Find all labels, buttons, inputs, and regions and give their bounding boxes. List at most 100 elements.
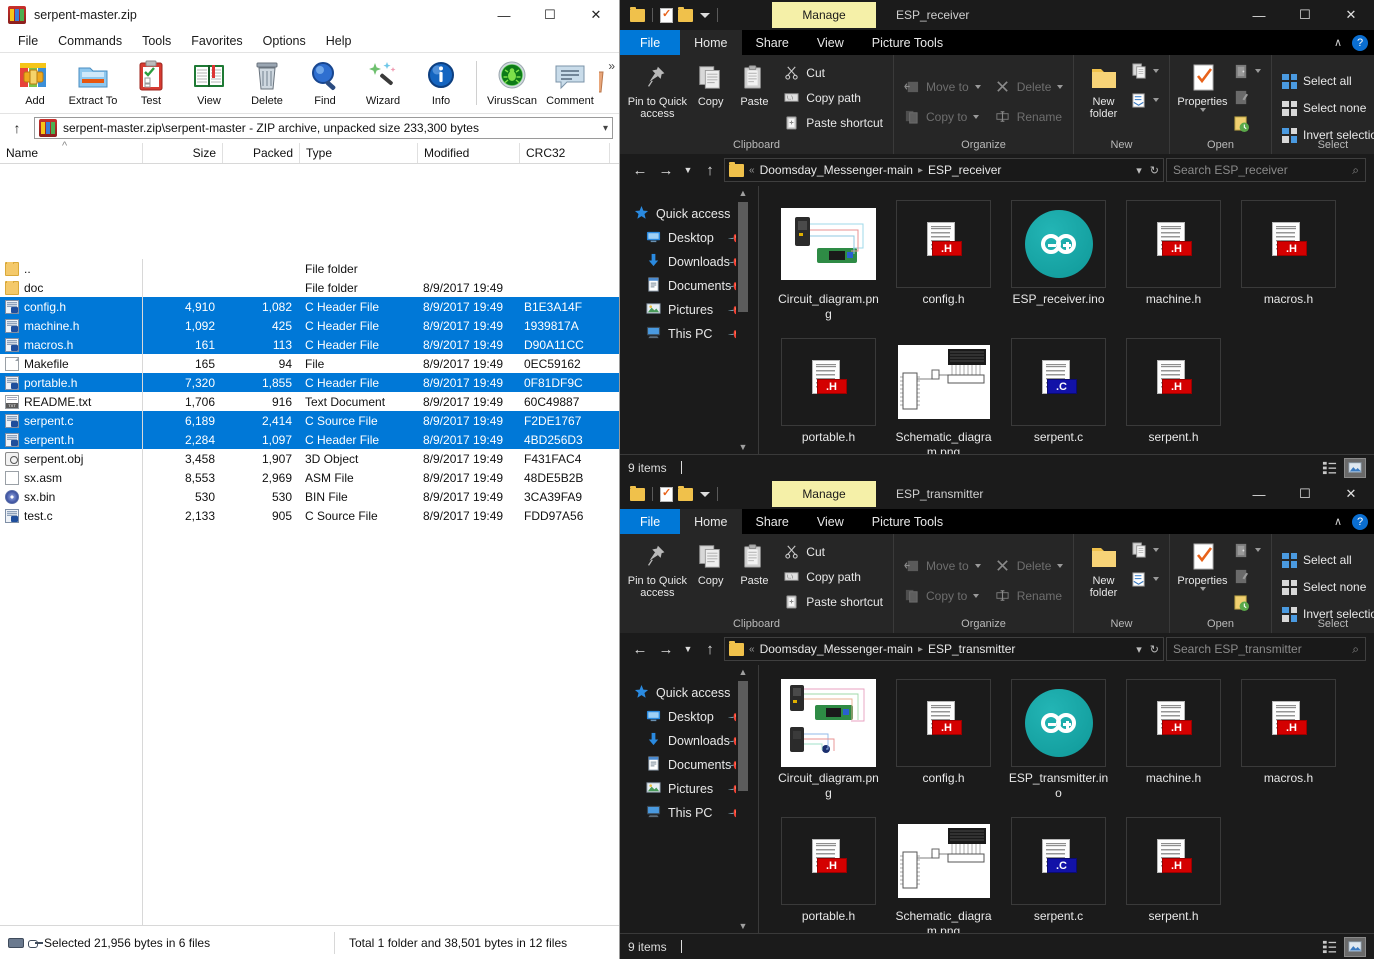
scroll-down-icon[interactable]: ▼ bbox=[738, 921, 748, 931]
tab-picture-tools[interactable]: Picture Tools bbox=[858, 509, 957, 534]
scrollbar-thumb[interactable] bbox=[738, 681, 748, 791]
table-row[interactable]: serpent.h 2,284 1,097 C Header File 8/9/2017… bbox=[0, 430, 619, 449]
refresh-icon[interactable]: ↻ bbox=[1150, 643, 1159, 656]
chevron-down-icon[interactable] bbox=[1057, 85, 1064, 89]
chevron-down-icon[interactable] bbox=[1199, 587, 1206, 591]
list-item[interactable]: .H serpent.h bbox=[1116, 334, 1231, 472]
tab-view[interactable]: View bbox=[803, 509, 858, 534]
toolbar-extract-to-button[interactable]: Extract To bbox=[64, 59, 122, 107]
column-header-type[interactable]: Type bbox=[300, 143, 418, 163]
table-row[interactable]: machine.h 1,092 425 C Header File 8/9/2017 1… bbox=[0, 316, 619, 335]
large-icons-view-button[interactable] bbox=[1344, 457, 1366, 478]
table-row[interactable]: test.c 2,133 905 C Source File 8/9/2017 19:4… bbox=[0, 506, 619, 525]
breadcrumb-part-0[interactable]: Doomsday_Messenger-main bbox=[760, 163, 913, 177]
tab-share[interactable]: Share bbox=[742, 509, 803, 534]
file-grid[interactable]: Circuit_diagram.png .H config.h ESP_receive… bbox=[759, 186, 1374, 459]
toolbar-delete-button[interactable]: Delete bbox=[238, 59, 296, 107]
collapse-ribbon-icon[interactable]: ∧ bbox=[1334, 515, 1342, 528]
chevron-down-icon[interactable] bbox=[1057, 564, 1064, 568]
winrar-file-list[interactable]: .. File folder doc File folder 8/9/2017 19:4… bbox=[0, 259, 619, 925]
help-icon[interactable]: ? bbox=[1352, 34, 1368, 51]
tab-file[interactable]: File bbox=[620, 30, 681, 55]
explorer-minimize-button[interactable]: — bbox=[1236, 0, 1282, 30]
breadcrumb-overflow-icon[interactable]: « bbox=[749, 165, 755, 176]
up-button[interactable]: ↑ bbox=[698, 637, 722, 661]
toolbar-find-button[interactable]: Find bbox=[296, 59, 354, 107]
search-box[interactable]: Search ESP_receiver ⌕ bbox=[1166, 158, 1366, 182]
qat-new-folder-icon[interactable] bbox=[678, 6, 693, 22]
explorer-maximize-button[interactable]: ☐ bbox=[1282, 479, 1328, 509]
paste-button[interactable]: Paste bbox=[733, 59, 777, 108]
winrar-maximize-button[interactable]: ☐ bbox=[527, 0, 573, 30]
new-folder-button[interactable]: New folder bbox=[1080, 538, 1127, 599]
menu-commands[interactable]: Commands bbox=[48, 32, 132, 50]
toolbar-virusscan-button[interactable]: VirusScan bbox=[483, 59, 541, 107]
qat-folder-icon[interactable] bbox=[630, 485, 645, 501]
history-button[interactable] bbox=[1229, 592, 1265, 612]
new-item-button[interactable] bbox=[1127, 61, 1163, 81]
breadcrumb-dropdown-icon[interactable]: ▾ bbox=[1136, 164, 1142, 177]
qat-dropdown-icon[interactable] bbox=[700, 491, 710, 497]
list-item[interactable]: .H machine.h bbox=[1116, 675, 1231, 813]
history-button[interactable] bbox=[1229, 113, 1265, 133]
move-to-button[interactable]: Move to bbox=[900, 556, 985, 576]
winrar-close-button[interactable]: ✕ bbox=[573, 0, 619, 30]
list-item[interactable]: .C serpent.c bbox=[1001, 813, 1116, 951]
file-grid[interactable]: Circuit_diagram.png .H config.h ESP_transmi… bbox=[759, 665, 1374, 938]
copy-button[interactable]: Copy bbox=[689, 59, 733, 108]
table-row[interactable]: portable.h 7,320 1,855 C Header File 8/9/201… bbox=[0, 373, 619, 392]
forward-button[interactable]: → bbox=[654, 637, 678, 661]
back-button[interactable]: ← bbox=[628, 158, 652, 182]
forward-button[interactable]: → bbox=[654, 158, 678, 182]
table-row[interactable]: macros.h 161 113 C Header File 8/9/2017 19:4… bbox=[0, 335, 619, 354]
scroll-up-icon[interactable]: ▲ bbox=[738, 667, 748, 677]
qat-properties-icon[interactable] bbox=[660, 7, 673, 23]
select-all-button[interactable]: Select all bbox=[1278, 71, 1374, 91]
toolbar-wizard-button[interactable]: Wizard bbox=[354, 59, 412, 107]
toolbar-overflow-chevron[interactable]: » bbox=[608, 59, 615, 73]
toolbar-add-button[interactable]: Add bbox=[6, 59, 64, 107]
column-header-name[interactable]: Name bbox=[0, 143, 143, 163]
list-item[interactable]: .H config.h bbox=[886, 196, 1001, 334]
tab-picture-tools[interactable]: Picture Tools bbox=[858, 30, 957, 55]
manage-contextual-tab[interactable]: Manage bbox=[772, 2, 876, 28]
list-item[interactable]: .H serpent.h bbox=[1116, 813, 1231, 951]
details-view-button[interactable] bbox=[1318, 458, 1340, 478]
column-header-size[interactable]: Size bbox=[143, 143, 223, 163]
list-item[interactable]: .H portable.h bbox=[771, 334, 886, 472]
toolbar-comment-button[interactable]: Comment bbox=[541, 59, 599, 107]
column-header-packed[interactable]: Packed bbox=[223, 143, 300, 163]
tab-share[interactable]: Share bbox=[742, 30, 803, 55]
copy-to-button[interactable]: Copy to bbox=[900, 107, 985, 127]
help-icon[interactable]: ? bbox=[1352, 513, 1368, 530]
recent-locations-icon[interactable]: ▼ bbox=[680, 158, 696, 182]
winrar-address-chevron-icon[interactable]: ▾ bbox=[603, 123, 608, 134]
search-input[interactable]: Search ESP_transmitter bbox=[1173, 642, 1352, 656]
new-folder-button[interactable]: New folder bbox=[1080, 59, 1127, 120]
details-view-button[interactable] bbox=[1318, 937, 1340, 957]
list-item[interactable]: .H macros.h bbox=[1231, 675, 1346, 813]
rename-button[interactable]: Rename bbox=[991, 586, 1068, 606]
qat-properties-icon[interactable] bbox=[660, 486, 673, 502]
navpane-scrollbar[interactable]: ▲ ▼ bbox=[736, 665, 750, 933]
search-input[interactable]: Search ESP_receiver bbox=[1173, 163, 1352, 177]
large-icons-view-button[interactable] bbox=[1344, 936, 1366, 957]
collapse-ribbon-icon[interactable]: ∧ bbox=[1334, 36, 1342, 49]
chevron-down-icon[interactable] bbox=[974, 85, 981, 89]
qat-dropdown-icon[interactable] bbox=[700, 12, 710, 18]
list-item[interactable]: .H machine.h bbox=[1116, 196, 1231, 334]
properties-button[interactable]: Properties bbox=[1176, 59, 1229, 112]
table-row[interactable]: config.h 4,910 1,082 C Header File 8/9/2017 … bbox=[0, 297, 619, 316]
properties-button[interactable]: Properties bbox=[1176, 538, 1229, 591]
breadcrumb-part-0[interactable]: Doomsday_Messenger-main bbox=[760, 642, 913, 656]
breadcrumb-part-1[interactable]: ESP_transmitter bbox=[928, 642, 1015, 656]
explorer-maximize-button[interactable]: ☐ bbox=[1282, 0, 1328, 30]
list-item[interactable]: Schematic_diagram.png bbox=[886, 334, 1001, 472]
winrar-address-combobox[interactable]: serpent-master.zip\serpent-master - ZIP … bbox=[34, 117, 613, 139]
list-item[interactable]: .H config.h bbox=[886, 675, 1001, 813]
delete-button[interactable]: Delete bbox=[991, 556, 1068, 576]
toolbar-view-button[interactable]: View bbox=[180, 59, 238, 107]
manage-contextual-tab[interactable]: Manage bbox=[772, 481, 876, 507]
scroll-down-icon[interactable]: ▼ bbox=[738, 442, 748, 452]
winrar-minimize-button[interactable]: — bbox=[481, 0, 527, 30]
